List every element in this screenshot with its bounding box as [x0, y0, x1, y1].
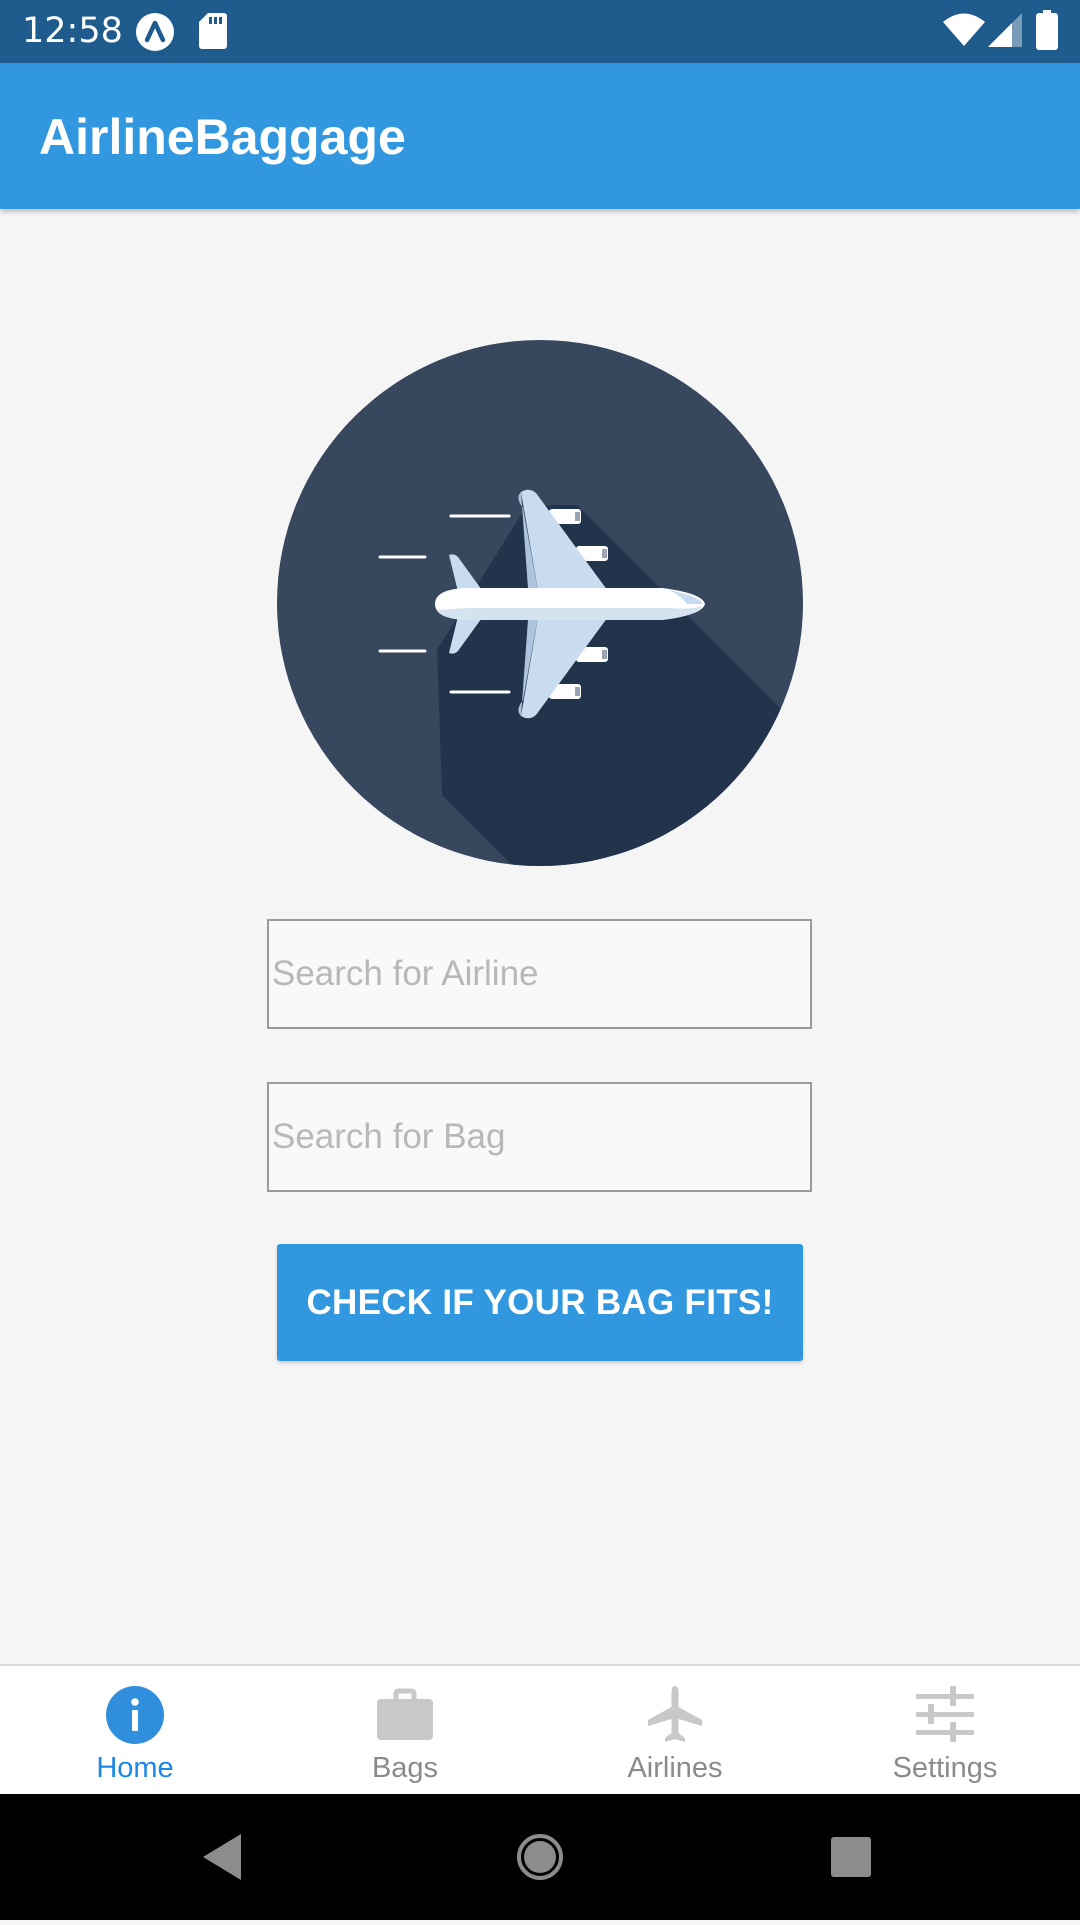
wifi-icon: [943, 13, 985, 46]
tab-bags[interactable]: Bags: [270, 1666, 540, 1794]
airplane-icon: [648, 1686, 702, 1742]
airplane-logo-illustration: [277, 340, 803, 866]
system-navigation-bar: [0, 1794, 1080, 1920]
bottom-tab-bar: Home Bags Airlines Settings: [0, 1664, 1080, 1794]
nav-home-button[interactable]: [480, 1794, 600, 1920]
nav-back-button[interactable]: [165, 1794, 285, 1920]
tab-bags-label: Bags: [371, 1752, 439, 1784]
app-notification-icon: [136, 13, 174, 51]
battery-icon: [1036, 10, 1058, 50]
status-bar: 12:58: [0, 0, 1080, 63]
tab-airlines[interactable]: Airlines: [540, 1666, 810, 1794]
tab-airlines-label: Airlines: [627, 1752, 723, 1784]
status-time: 12:58: [22, 11, 123, 51]
tab-home-label: Home: [96, 1752, 174, 1784]
tab-settings-label: Settings: [892, 1752, 998, 1784]
briefcase-icon: [377, 1688, 433, 1740]
cellular-signal-icon: [988, 13, 1022, 47]
info-icon: [106, 1686, 164, 1744]
tab-home[interactable]: Home: [0, 1666, 270, 1794]
tab-settings[interactable]: Settings: [810, 1666, 1080, 1794]
app-bar: AirlineBaggage: [0, 63, 1080, 209]
app-title: AirlineBaggage: [39, 109, 406, 165]
back-icon: [203, 1834, 241, 1880]
sd-card-icon: [199, 13, 227, 49]
nav-recents-button[interactable]: [791, 1794, 911, 1920]
check-bag-fits-button[interactable]: CHECK IF YOUR BAG FITS!: [277, 1244, 803, 1361]
sliders-icon: [916, 1686, 974, 1742]
airline-search-input[interactable]: [267, 919, 812, 1029]
recents-icon: [831, 1837, 871, 1877]
home-icon: [517, 1834, 563, 1880]
bag-search-input[interactable]: [267, 1082, 812, 1192]
